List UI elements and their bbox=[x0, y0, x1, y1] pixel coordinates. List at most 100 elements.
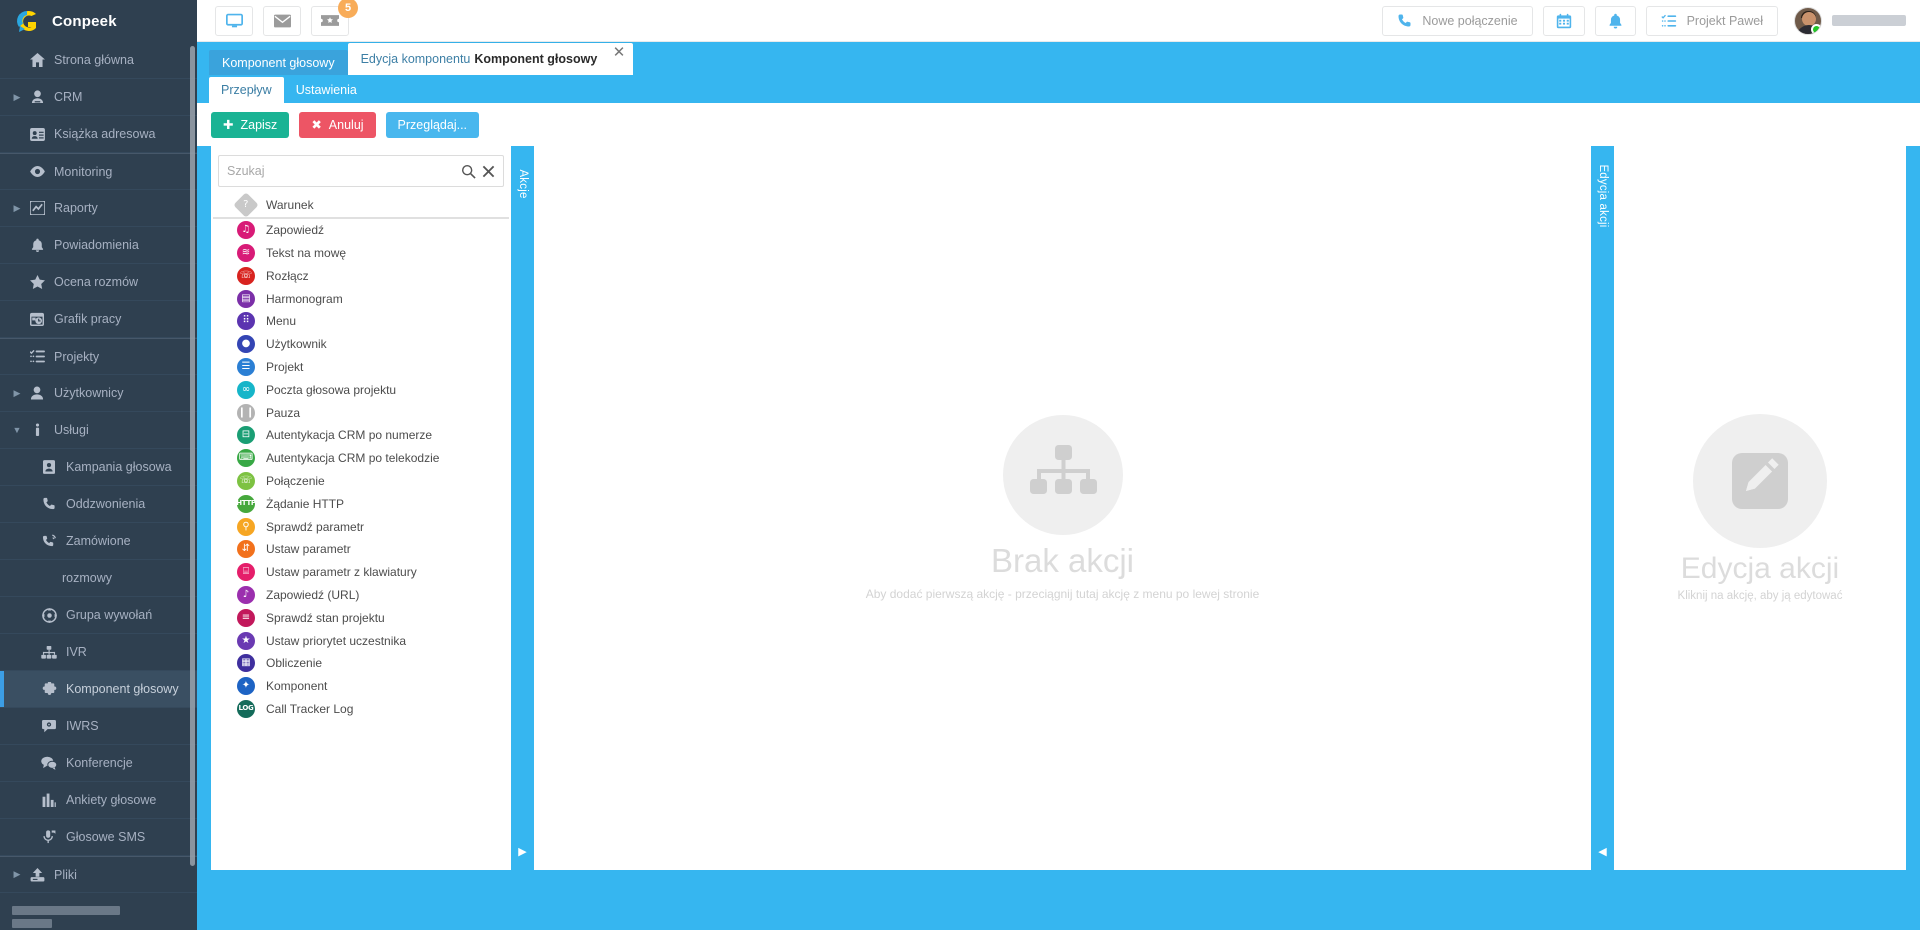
tab-ustawienia[interactable]: Ustawienia bbox=[283, 77, 369, 103]
action-list-item[interactable]: ❙❙ Pauza bbox=[211, 401, 511, 424]
sidebar-item-iwrs[interactable]: IWRS bbox=[0, 708, 197, 745]
actions-panel: ? Warunek ♫ Zapowiedź ≋ Tekst na mowę ☏ Rozłącz… bbox=[211, 146, 511, 870]
sidebar-item-ocena-rozm-w[interactable]: Ocena rozmów bbox=[0, 264, 197, 301]
action-list-item[interactable]: ♫ Zapowiedź bbox=[211, 219, 511, 242]
bell-icon bbox=[1609, 13, 1622, 29]
action-list-item-label: Autentykacja CRM po telekodzie bbox=[266, 451, 440, 466]
action-list-item[interactable]: HTTP Żądanie HTTP bbox=[211, 492, 511, 515]
new-call-label: Nowe połączenie bbox=[1422, 13, 1518, 28]
sidebar-item-strona-g-wna[interactable]: Strona główna bbox=[0, 42, 197, 79]
ticket-badge: 5 bbox=[338, 0, 358, 18]
question-diamond-icon: ? bbox=[233, 192, 259, 219]
action-list-item[interactable]: ⚲ Sprawdź parametr bbox=[211, 515, 511, 538]
chevron-right-icon[interactable]: ▶ bbox=[10, 388, 24, 399]
user-menu[interactable] bbox=[1794, 6, 1906, 35]
action-list-item[interactable]: ⌸ Ustaw parametr z klawiatury bbox=[211, 561, 511, 584]
clear-search-icon[interactable] bbox=[482, 165, 495, 178]
sidebar-item-konferencje[interactable]: Konferencje bbox=[0, 745, 197, 782]
action-list-item[interactable]: ▤ Harmonogram bbox=[211, 287, 511, 310]
sidebar-item-komponent-g-osowy[interactable]: Komponent głosowy bbox=[0, 671, 197, 708]
sidebar-item-us-ugi[interactable]: ▼ Usługi bbox=[0, 412, 197, 449]
calendar-icon bbox=[1556, 13, 1571, 28]
tasks-icon bbox=[1660, 14, 1676, 27]
sidebar-item-kampania-g-osowa[interactable]: Kampania głosowa bbox=[0, 449, 197, 486]
search-box[interactable] bbox=[218, 155, 504, 187]
chevron-right-icon[interactable]: ▶ bbox=[10, 869, 24, 880]
pencil-placeholder-icon bbox=[1693, 414, 1827, 548]
sidebar-item-monitoring[interactable]: Monitoring bbox=[0, 153, 197, 190]
calendar-button[interactable] bbox=[1542, 5, 1585, 36]
save-button[interactable]: ✚ Zapisz bbox=[211, 111, 290, 138]
actions-collapse-tab[interactable]: Akcje ▶ bbox=[511, 146, 534, 870]
close-icon[interactable]: ✕ bbox=[613, 45, 626, 60]
sidebar-item-rozmowy[interactable]: rozmowy bbox=[0, 560, 197, 597]
search-input[interactable] bbox=[227, 164, 455, 178]
sidebar-item-powiadomienia[interactable]: Powiadomienia bbox=[0, 227, 197, 264]
sidebar-item-raporty[interactable]: ▶ Raporty bbox=[0, 190, 197, 227]
sidebar-item-grafik-pracy[interactable]: Grafik pracy bbox=[0, 301, 197, 338]
sidebar-item-ivr[interactable]: IVR bbox=[0, 634, 197, 671]
action-list-item[interactable]: ☰ Projekt bbox=[211, 356, 511, 379]
set-parameter-dtmf-icon: ⌸ bbox=[237, 563, 255, 582]
editor-tab-label: Edycja akcji bbox=[1596, 164, 1609, 228]
user-name-blurred bbox=[1832, 15, 1906, 26]
ticket-icon-button[interactable]: 5 bbox=[311, 0, 358, 36]
action-list-item[interactable]: ✦ Komponent bbox=[211, 675, 511, 698]
sidebar-item-ankiety-g-osowe[interactable]: Ankiety głosowe bbox=[0, 782, 197, 819]
sidebar-item-oddzwonienia[interactable]: Oddzwonienia bbox=[0, 486, 197, 523]
action-list-item[interactable]: ☏ Połączenie bbox=[211, 470, 511, 493]
sidebar-item-u-ytkownicy[interactable]: ▶ Użytkownicy bbox=[0, 375, 197, 412]
action-list-item[interactable]: ♪ Zapowiedź (URL) bbox=[211, 584, 511, 607]
sidebar-item-g-osowe-sms[interactable]: Głosowe SMS bbox=[0, 819, 197, 856]
action-list-item[interactable]: ∞ Poczta głosowa projektu bbox=[211, 378, 511, 401]
new-call-button[interactable]: Nowe połączenie bbox=[1382, 5, 1533, 36]
flow-canvas[interactable]: Brak akcji Aby dodać pierwszą akcję - pr… bbox=[534, 146, 1591, 870]
editor-collapse-tab[interactable]: Edycja akcji ◀ bbox=[1591, 146, 1614, 870]
action-list-item[interactable]: ⠿ Menu bbox=[211, 310, 511, 333]
sidebar-item-label: Książka adresowa bbox=[54, 127, 156, 141]
tab-edycja-komponentu[interactable]: Edycja komponentu Komponent głosowy ✕ bbox=[347, 43, 634, 75]
puzzle-icon bbox=[36, 681, 62, 697]
chevron-down-icon[interactable]: ▼ bbox=[10, 425, 24, 435]
search-icon[interactable] bbox=[461, 164, 476, 179]
action-list-item-label: Menu bbox=[266, 314, 297, 329]
action-list-item[interactable]: ⇵ Ustaw parametr bbox=[211, 538, 511, 561]
action-list-item[interactable]: ★ Ustaw priorytet uczestnika bbox=[211, 629, 511, 652]
main-area: 5 Nowe połączenie Projekt Paweł Komponen… bbox=[197, 0, 1920, 930]
tab-komponent-glosowy[interactable]: Komponent głosowy bbox=[209, 50, 348, 75]
sidebar-item-grupa-wywo-a[interactable]: Grupa wywołań bbox=[0, 597, 197, 634]
action-list-item[interactable]: ● Użytkownik bbox=[211, 333, 511, 356]
mail-icon-button[interactable] bbox=[263, 5, 301, 36]
chevron-right-icon[interactable]: ▶ bbox=[10, 203, 24, 214]
action-list-item[interactable]: ≋ Tekst na mowę bbox=[211, 242, 511, 265]
action-list-item[interactable]: ? Warunek bbox=[211, 192, 511, 219]
sidebar-item-pliki[interactable]: ▶ Pliki bbox=[0, 856, 197, 893]
canvas-empty-title: Brak akcji bbox=[990, 542, 1135, 580]
action-list-item[interactable]: ▦ Obliczenie bbox=[211, 652, 511, 675]
sidebar-scrollbar[interactable] bbox=[190, 46, 195, 866]
sidebar-item-crm[interactable]: ▶ CRM bbox=[0, 79, 197, 116]
component-puzzle-icon: ✦ bbox=[237, 677, 255, 696]
participant-priority-icon: ★ bbox=[237, 631, 255, 650]
canvas-empty-subtitle: Aby dodać pierwszą akcję - przeciągnij t… bbox=[865, 586, 1260, 601]
action-list-item[interactable]: LOG Call Tracker Log bbox=[211, 698, 511, 721]
chevron-left-icon[interactable]: ◀ bbox=[1598, 845, 1606, 858]
action-list-item[interactable]: ≡ Sprawdź stan projektu bbox=[211, 606, 511, 629]
browse-button[interactable]: Przeglądaj... bbox=[385, 111, 480, 138]
project-selector-button[interactable]: Projekt Paweł bbox=[1645, 5, 1778, 36]
chevron-right-icon[interactable]: ▶ bbox=[518, 845, 526, 858]
brand[interactable]: Conpeek bbox=[0, 0, 197, 42]
sidebar-item-ksi-ka-adresowa[interactable]: Książka adresowa bbox=[0, 116, 197, 153]
sidebar-item-zam-wione[interactable]: Zamówione bbox=[0, 523, 197, 560]
sidebar-item-projekty[interactable]: Projekty bbox=[0, 338, 197, 375]
action-list-item[interactable]: ⌨ Autentykacja CRM po telekodzie bbox=[211, 447, 511, 470]
tab-przeplyw[interactable]: Przepływ bbox=[209, 77, 284, 103]
chevron-right-icon[interactable]: ▶ bbox=[10, 92, 24, 103]
desktop-icon-button[interactable] bbox=[215, 5, 253, 36]
action-list-item[interactable]: ⊟ Autentykacja CRM po numerze bbox=[211, 424, 511, 447]
notifications-button[interactable] bbox=[1594, 5, 1636, 36]
tab-bar: Komponent głosowy Edycja komponentu Komp… bbox=[197, 42, 1920, 75]
cancel-button[interactable]: ✖ Anuluj bbox=[299, 111, 376, 138]
sidebar-item-label: Monitoring bbox=[54, 164, 113, 179]
action-list-item[interactable]: ☏ Rozłącz bbox=[211, 264, 511, 287]
